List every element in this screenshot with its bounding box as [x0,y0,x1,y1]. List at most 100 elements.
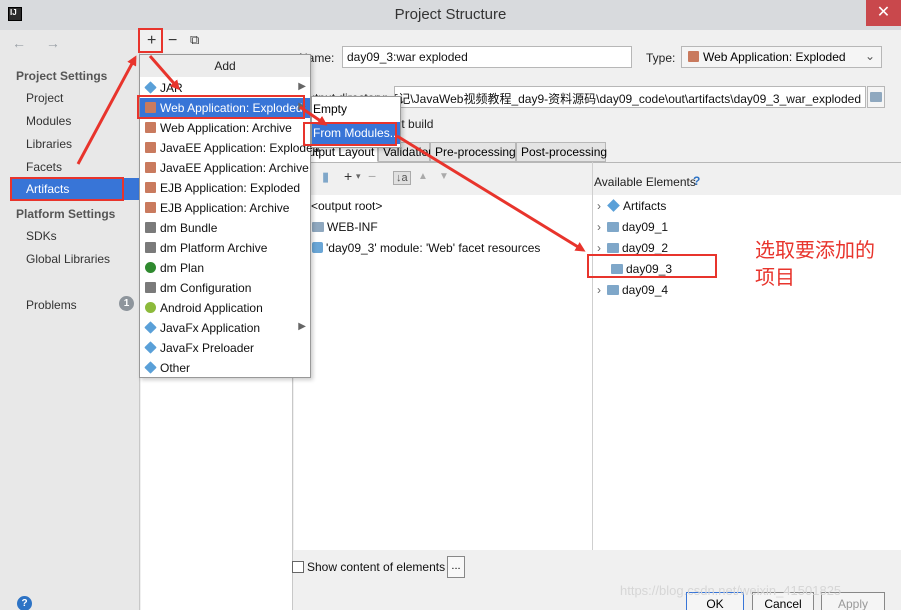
folder-icon [870,92,882,102]
jar-icon [144,321,157,334]
menu-item-dm-platform-archive[interactable]: dm Platform Archive [140,238,310,258]
chevron-right-icon[interactable]: › [597,241,601,255]
menu-item-javaee-application-exploded[interactable]: JavaEE Application: Exploded [140,138,319,158]
jar-icon [144,81,157,94]
menu-item-label: Android Application [160,301,263,315]
available-artifacts-node[interactable]: › Artifacts [597,199,666,213]
available-elements-label: Available Elements [594,175,696,189]
facet-resources-label: 'day09_3' module: 'Web' facet resources [326,241,541,255]
output-root-node[interactable]: <output root> [311,199,382,213]
menu-item-dm-configuration[interactable]: dm Configuration [140,278,310,298]
web-icon [145,122,156,133]
web-inf-label: WEB-INF [327,220,378,234]
chevron-right-icon[interactable]: › [597,220,601,234]
available-help-icon[interactable]: ? [693,174,700,188]
highlight-web-exploded [137,95,305,119]
web-icon [145,182,156,193]
available-day09-1-node[interactable]: › day09_1 [597,220,668,234]
module-folder-icon [607,222,619,232]
browse-folder-button[interactable] [867,86,885,108]
menu-item-label: JavaFx Preloader [160,341,255,355]
move-up-icon[interactable]: ▲ [418,171,428,182]
menu-item-javafx-preloader[interactable]: JavaFx Preloader [140,338,310,358]
folder-icon [312,222,324,232]
web-inf-node[interactable]: WEB-INF [312,220,378,234]
menu-item-label: EJB Application: Exploded [160,181,301,195]
sidebar-item-modules[interactable]: Modules [26,114,71,128]
help-icon[interactable]: ? [17,596,32,610]
menu-item-dm-bundle[interactable]: dm Bundle [140,218,310,238]
artifacts-toolbar: + − ⧉ [141,30,293,54]
menu-item-web-application-archive[interactable]: Web Application: Archive [140,118,310,138]
show-content-options-button[interactable]: ... [447,556,465,578]
menu-item-android-application[interactable]: Android Application [140,298,310,318]
web-icon [145,202,156,213]
menu-item-ejb-application-archive[interactable]: EJB Application: Archive [140,198,310,218]
title-bar: Project Structure ✕ [0,0,901,30]
artifact-name-field[interactable]: day09_3:war exploded [342,46,632,68]
show-content-option[interactable]: Show content of elements [292,560,445,574]
menu-item-javaee-application-archive[interactable]: JavaEE Application: Archive [140,158,310,178]
sidebar-item-global-libraries[interactable]: Global Libraries [26,252,110,266]
facet-resources-node[interactable]: 'day09_3' module: 'Web' facet resources [312,241,540,255]
output-directory-field[interactable]: E:\源码笔记\JavaWeb视频教程_day9-资料源码\day09_code… [394,86,866,108]
menu-item-ejb-application-exploded[interactable]: EJB Application: Exploded [140,178,310,198]
popup-header: Add [140,55,310,77]
platform-settings-header: Platform Settings [16,207,116,221]
menu-item-label: dm Configuration [160,281,252,295]
column-icon[interactable]: ▮ [322,169,329,185]
menu-item-dm-plan[interactable]: dm Plan [140,258,310,278]
module-folder-icon [607,285,619,295]
module-icon [312,242,323,253]
artifact-type-select[interactable]: Web Application: Exploded ⌄ [681,46,882,68]
artifact-type-value: Web Application: Exploded [703,50,846,64]
module-folder-icon [607,243,619,253]
highlight-day09-3 [587,254,717,278]
chevron-right-icon[interactable]: › [597,283,601,297]
day09-1-label: day09_1 [622,220,669,234]
add-dropdown-chevron-icon[interactable]: ▾ [356,171,361,182]
sidebar-item-libraries[interactable]: Libraries [26,137,72,151]
problems-count-badge: 1 [119,296,134,311]
menu-item-label: JavaFx Application [160,321,261,335]
menu-item-label: EJB Application: Archive [160,201,290,215]
copy-artifact-button[interactable]: ⧉ [190,32,199,48]
menu-item-label: JavaEE Application: Exploded [160,141,320,155]
menu-item-label: dm Plan [160,261,205,275]
menu-item-label: dm Bundle [160,221,218,235]
droid-icon [145,302,156,313]
highlight-add-button [138,28,163,53]
remove-element-button[interactable]: − [368,168,376,184]
menu-item-javafx-application[interactable]: JavaFx Application ▶ [140,318,310,338]
project-settings-header: Project Settings [16,69,108,83]
chevron-right-icon[interactable]: › [597,199,601,213]
available-day09-4-node[interactable]: › day09_4 [597,283,668,297]
artifacts-icon [607,199,620,212]
sidebar-item-project[interactable]: Project [26,91,63,105]
submenu-arrow-icon: ▶ [298,81,306,92]
show-content-label: Show content of elements [307,560,446,574]
sidebar-item-facets[interactable]: Facets [26,160,62,174]
tab-post-processing[interactable]: Post-processing [516,142,607,162]
dm-icon [145,242,156,253]
type-label: Type: [646,51,676,65]
show-content-checkbox[interactable] [292,561,304,573]
move-down-icon[interactable]: ▼ [439,171,449,182]
window-title: Project Structure [394,6,507,23]
tab-pre-processing[interactable]: Pre-processing [430,142,516,162]
back-forward-arrows[interactable]: ← → [12,35,68,51]
remove-artifact-button[interactable]: − [168,32,177,50]
layout-splitter[interactable] [592,162,593,550]
close-button[interactable]: ✕ [866,0,901,26]
sidebar-item-problems[interactable]: Problems [26,298,77,312]
submenu-item-empty[interactable]: Empty [312,98,400,120]
annotation-text: 选取要添加的 项目 [755,238,875,292]
sort-icon[interactable]: ↓a [393,171,411,185]
available-day09-2-node[interactable]: › day09_2 [597,241,668,255]
add-element-button[interactable]: + [344,168,352,184]
menu-item-other[interactable]: Other [140,358,310,378]
sidebar-item-sdks[interactable]: SDKs [26,229,57,243]
dmplan-icon [145,262,156,273]
chevron-down-icon: ⌄ [864,49,875,63]
menu-item-label: JAR [160,81,183,95]
